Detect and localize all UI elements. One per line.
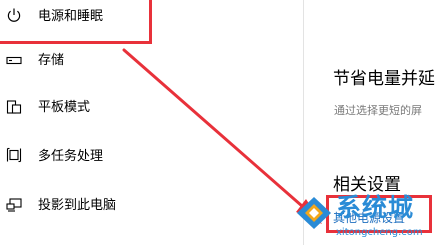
watermark-text: 系统城: [336, 193, 415, 222]
watermark-url: xitongcheng.com: [336, 227, 423, 238]
watermark: 系统城 xitongcheng.com: [296, 192, 447, 245]
watermark-logo-icon: [297, 197, 331, 229]
